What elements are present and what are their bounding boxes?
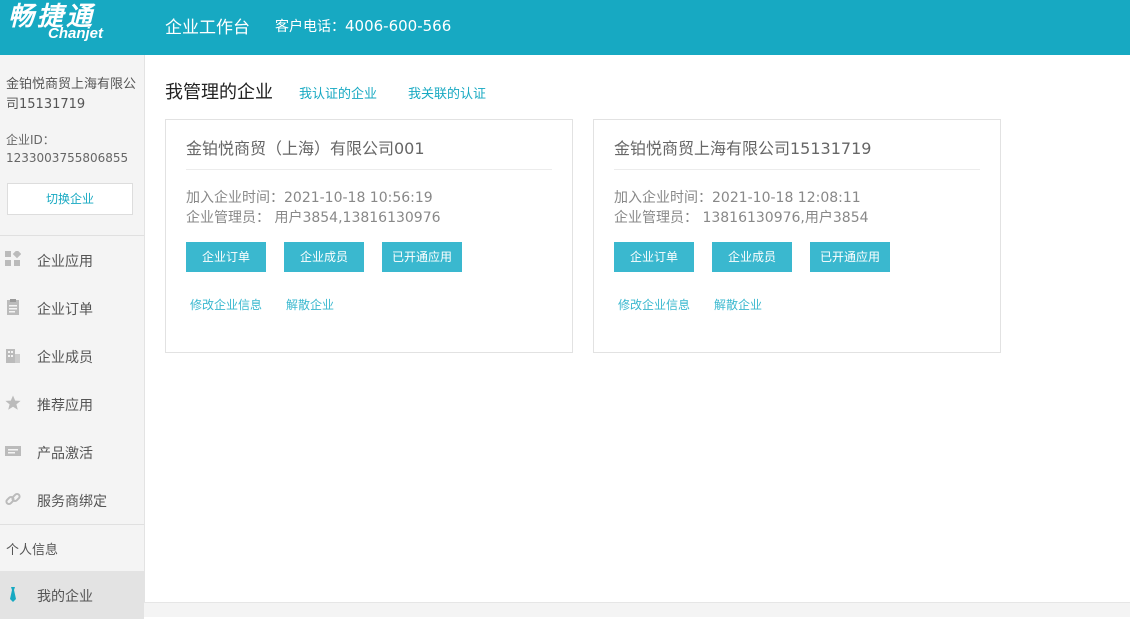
tab-associated-certifications[interactable]: 我关联的认证: [408, 83, 486, 102]
join-time-value: 2021-10-18 12:08:11: [712, 190, 861, 206]
admin-value: 用户3854,13816130976: [274, 210, 441, 226]
company-id-value: 1233003755806855: [6, 151, 129, 165]
link-icon: [5, 491, 21, 507]
star-icon: [5, 395, 21, 411]
join-time-row: 加入企业时间：2021-10-18 10:56:19: [186, 187, 433, 207]
dissolve-enterprise-link[interactable]: 解散企业: [286, 296, 334, 313]
sidebar-item-product-activation[interactable]: 产品激活: [0, 428, 144, 476]
enterprise-orders-button[interactable]: 企业订单: [614, 242, 694, 272]
hotline-label: 客户电话：: [275, 19, 345, 35]
admin-label: 企业管理员：: [614, 210, 698, 226]
enterprise-name: 金铂悦商贸（上海）有限公司001: [186, 139, 425, 158]
sidebar-item-provider-binding[interactable]: 服务商绑定: [0, 476, 144, 524]
tab-certified-enterprises[interactable]: 我认证的企业: [299, 83, 377, 102]
admin-value: 13816130976,用户3854: [702, 210, 869, 226]
admin-row: 企业管理员： 13816130976,用户3854: [614, 207, 869, 227]
horizontal-scrollbar[interactable]: [144, 602, 1130, 617]
sidebar-item-label: 企业订单: [37, 302, 93, 318]
sidebar-item-enterprise-members[interactable]: 企业成员: [0, 332, 144, 380]
enterprise-orders-button[interactable]: 企业订单: [186, 242, 266, 272]
chanjet-logo[interactable]: 畅捷通 Chanjet: [6, 0, 130, 55]
sidebar-item-label: 产品激活: [37, 446, 93, 462]
card-divider: [186, 169, 552, 170]
enterprise-card: 金铂悦商贸上海有限公司15131719 加入企业时间：2021-10-18 12…: [593, 119, 1001, 353]
sidebar-item-label: 企业应用: [37, 254, 93, 270]
top-header: 畅捷通 Chanjet 企业工作台 客户电话：4006-600-566: [0, 0, 1130, 55]
current-company-name: 金铂悦商贸上海有限公司15131719: [6, 77, 137, 112]
logo-english-text: Chanjet: [48, 25, 104, 42]
switch-company-button[interactable]: 切换企业: [7, 183, 133, 215]
sidebar-item-label: 服务商绑定: [37, 494, 107, 510]
edit-enterprise-info-link[interactable]: 修改企业信息: [618, 296, 690, 313]
company-id-label: 企业ID：: [6, 133, 55, 147]
opened-apps-button[interactable]: 已开通应用: [382, 242, 462, 272]
grid-icon: [5, 249, 22, 267]
building-icon: [5, 347, 21, 363]
join-time-value: 2021-10-18 10:56:19: [284, 190, 433, 206]
edit-enterprise-info-link[interactable]: 修改企业信息: [190, 296, 262, 313]
opened-apps-button[interactable]: 已开通应用: [810, 242, 890, 272]
sidebar-item-enterprise-apps[interactable]: 企业应用: [0, 236, 144, 284]
sidebar-item-label: 推荐应用: [37, 398, 93, 414]
admin-label: 企业管理员：: [186, 210, 270, 226]
app-title: 企业工作台: [165, 18, 250, 38]
hotline-number: 4006-600-566: [345, 17, 452, 35]
sidebar-item-recommended-apps[interactable]: 推荐应用: [0, 380, 144, 428]
sidebar-divider: [0, 524, 144, 525]
clipboard-icon: [5, 299, 21, 315]
tie-icon: [5, 586, 21, 602]
sidebar-item-enterprise-orders[interactable]: 企业订单: [0, 284, 144, 332]
sidebar-item-label: 我的企业: [37, 589, 93, 605]
join-time-row: 加入企业时间：2021-10-18 12:08:11: [614, 187, 861, 207]
card-divider: [614, 169, 980, 170]
join-time-label: 加入企业时间：: [186, 190, 284, 206]
enterprise-members-button[interactable]: 企业成员: [712, 242, 792, 272]
enterprise-members-button[interactable]: 企业成员: [284, 242, 364, 272]
admin-row: 企业管理员： 用户3854,13816130976: [186, 207, 441, 227]
tab-managed-enterprises[interactable]: 我管理的企业: [165, 78, 273, 104]
personal-info-section-label: 个人信息: [6, 543, 59, 558]
enterprise-card: 金铂悦商贸（上海）有限公司001 加入企业时间：2021-10-18 10:56…: [165, 119, 573, 353]
dissolve-enterprise-link[interactable]: 解散企业: [714, 296, 762, 313]
customer-hotline: 客户电话：4006-600-566: [275, 16, 451, 36]
sidebar-item-label: 企业成员: [37, 350, 93, 366]
enterprise-name: 金铂悦商贸上海有限公司15131719: [614, 139, 872, 158]
join-time-label: 加入企业时间：: [614, 190, 712, 206]
ticket-icon: [5, 443, 21, 459]
sidebar-item-my-enterprise[interactable]: 我的企业: [0, 571, 144, 619]
sidebar: 金铂悦商贸上海有限公司15131719 企业ID： 12330037558068…: [0, 55, 145, 619]
